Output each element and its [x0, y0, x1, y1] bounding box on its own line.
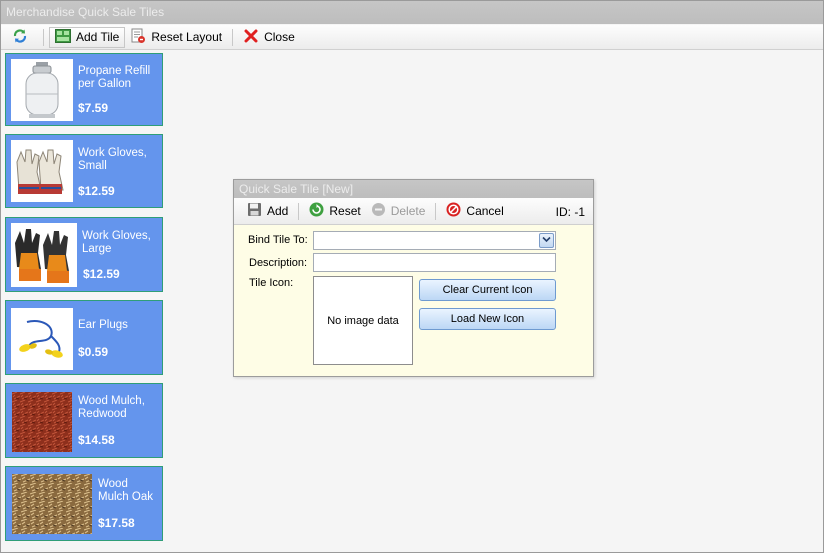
tile-name: Work Gloves, Small [78, 147, 147, 172]
tile-wood-mulch-redwood[interactable]: Wood Mulch, Redwood $14.58 [5, 383, 163, 458]
refresh-button[interactable] [7, 27, 38, 48]
window-title: Merchandise Quick Sale Tiles [1, 1, 823, 24]
tile-price: $0.59 [78, 345, 109, 359]
toolbar-separator [232, 28, 234, 46]
reset-layout-icon [130, 28, 146, 47]
tile-price: $12.59 [83, 267, 120, 281]
clear-current-icon-button[interactable]: Clear Current Icon [419, 279, 556, 301]
add-tile-icon [55, 28, 71, 46]
tile-name: Propane Refill per Gallon [78, 65, 151, 90]
propane-tank-image [11, 59, 73, 121]
tile-name: Wood Mulch, Redwood [78, 395, 145, 420]
tile-price: $12.59 [78, 184, 115, 198]
tile-icon-label: Tile Icon: [249, 277, 294, 289]
add-tile-label: Add Tile [76, 30, 120, 44]
tile-ear-plugs[interactable]: Ear Plugs $0.59 [5, 300, 163, 375]
chevron-down-icon [542, 232, 551, 249]
dialog-cancel-label: Cancel [466, 204, 504, 218]
main-toolbar: Add Tile Reset Layout Close [1, 25, 823, 50]
description-label: Description: [249, 257, 308, 269]
dialog-reset-button[interactable]: Reset [304, 201, 365, 222]
tile-name: Work Gloves, Large [82, 230, 151, 255]
description-input[interactable] [313, 253, 556, 272]
close-button[interactable]: Close [238, 27, 300, 48]
bind-tile-label: Bind Tile To: [248, 234, 308, 246]
tile-price: $17.58 [98, 516, 135, 530]
add-tile-button[interactable]: Add Tile [49, 26, 126, 48]
tile-icon-preview: No image data [313, 276, 413, 365]
clear-current-icon-label: Clear Current Icon [442, 284, 533, 296]
save-disk-icon [247, 202, 262, 220]
tile-name: Ear Plugs [78, 319, 128, 331]
bind-tile-dropdown[interactable] [313, 231, 556, 250]
tile-work-gloves-small[interactable]: Work Gloves, Small $12.59 [5, 134, 163, 208]
dialog-add-label: Add [267, 204, 289, 218]
work-gloves-small-image [11, 140, 73, 202]
redwood-mulch-image [12, 392, 72, 452]
dialog-delete-button[interactable]: Delete [366, 201, 431, 222]
close-icon [243, 28, 259, 47]
dialog-reset-label: Reset [329, 204, 361, 218]
toolbar-separator [435, 202, 437, 220]
dialog-add-button[interactable]: Add [242, 201, 293, 222]
tile-price: $7.59 [78, 101, 109, 115]
reset-layout-label: Reset Layout [151, 30, 223, 44]
close-label: Close [264, 30, 295, 44]
load-new-icon-label: Load New Icon [450, 313, 525, 325]
tile-price: $14.58 [78, 433, 115, 447]
load-new-icon-button[interactable]: Load New Icon [419, 308, 556, 330]
dropdown-button[interactable] [539, 233, 554, 248]
dialog-title: Quick Sale Tile [New] [234, 180, 593, 198]
tile-propane-refill[interactable]: Propane Refill per Gallon $7.59 [5, 53, 163, 126]
toolbar-separator [298, 202, 300, 220]
record-id-label: ID: -1 [555, 205, 585, 219]
dialog-cancel-button[interactable]: Cancel [441, 201, 508, 222]
dialog-delete-label: Delete [390, 204, 426, 218]
cancel-icon [446, 202, 461, 220]
reset-icon [309, 202, 324, 220]
quick-sale-tile-dialog: Quick Sale Tile [New] Add Reset Delete C… [233, 179, 594, 377]
main-window: Merchandise Quick Sale Tiles Add Tile Re… [0, 0, 824, 553]
oak-mulch-image [12, 474, 92, 534]
toolbar-separator [43, 28, 44, 46]
work-gloves-large-image [11, 223, 77, 287]
tile-wood-mulch-oak[interactable]: Wood Mulch Oak $17.58 [5, 466, 163, 541]
refresh-icon [12, 28, 28, 47]
dialog-toolbar: Add Reset Delete Cancel ID: -1 [234, 198, 593, 225]
tile-work-gloves-large[interactable]: Work Gloves, Large $12.59 [5, 217, 163, 292]
ear-plugs-image [11, 308, 73, 370]
delete-icon [371, 202, 386, 220]
tile-name: Wood Mulch Oak [98, 478, 153, 503]
no-image-text: No image data [327, 314, 399, 327]
reset-layout-button[interactable]: Reset Layout [125, 27, 227, 48]
